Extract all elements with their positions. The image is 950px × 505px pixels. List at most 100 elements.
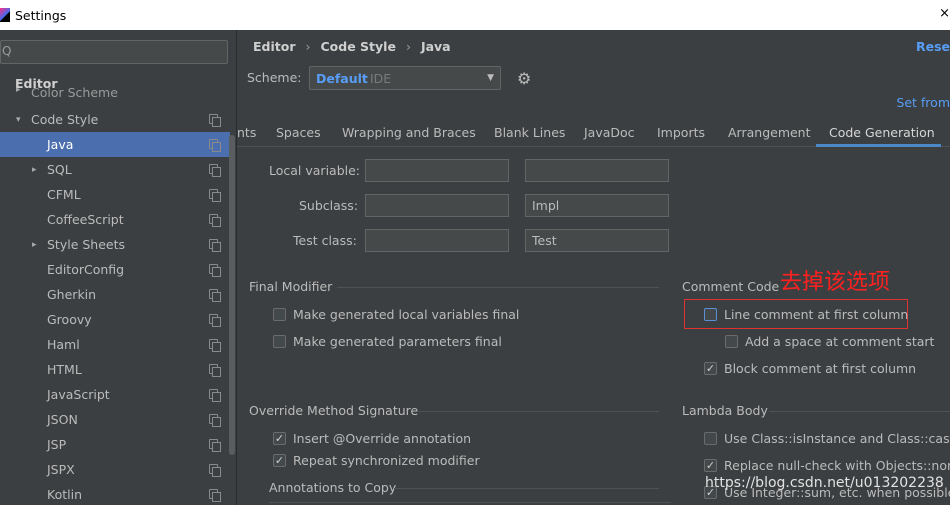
test-class-prefix-field[interactable] — [365, 229, 509, 252]
scheme-label: Scheme: — [247, 70, 302, 85]
set-from-link[interactable]: Set from — [896, 95, 950, 110]
divider — [769, 411, 950, 412]
breadcrumb-separator: › — [305, 39, 311, 54]
breadcrumb-item: Java — [420, 39, 451, 54]
chevron-right-icon: ▸ — [32, 239, 37, 250]
checkbox[interactable]: ✓ — [273, 432, 286, 445]
window-title: Settings — [15, 7, 67, 23]
copy-icon — [209, 139, 221, 152]
gear-icon[interactable]: ⚙ — [517, 69, 531, 88]
sidebar-item-label: Code Style — [31, 112, 99, 127]
sidebar-item-label: Color Scheme — [31, 85, 118, 100]
sidebar-item-kotlin[interactable]: Kotlin — [0, 482, 230, 505]
tab-wrapping-and-braces[interactable]: Wrapping and Braces — [342, 125, 476, 140]
add-space-comment-start-option[interactable]: Add a space at comment start — [725, 334, 934, 349]
divider — [394, 488, 659, 489]
lambda-body-title: Lambda Body — [682, 403, 768, 418]
search-input[interactable]: Q — [0, 40, 228, 64]
sidebar-item-coffeescript[interactable]: CoffeeScript — [0, 207, 230, 232]
sidebar-item-label: JavaScript — [47, 387, 110, 402]
checkbox[interactable] — [273, 335, 286, 348]
sidebar-item-code-style[interactable]: ▾ Code Style — [0, 107, 230, 132]
tab-spaces[interactable]: Spaces — [276, 125, 321, 140]
reset-link[interactable]: Rese — [916, 39, 950, 54]
sidebar-item-label: HTML — [47, 362, 82, 377]
checkbox[interactable]: ✓ — [273, 454, 286, 467]
option-label: Add a space at comment start — [745, 334, 935, 349]
copy-icon — [209, 164, 221, 177]
copy-icon — [209, 364, 221, 377]
chevron-down-icon: ▾ — [16, 114, 21, 125]
replace-null-check-option[interactable]: ✓ Replace null-check with Objects::nonNu — [704, 458, 950, 473]
sidebar-item-groovy[interactable]: Groovy — [0, 307, 230, 332]
sidebar-item-label: JSP — [47, 437, 67, 452]
repeat-synchronized-option[interactable]: ✓ Repeat synchronized modifier — [273, 453, 480, 468]
sidebar-item-label: Groovy — [47, 312, 92, 327]
checkbox[interactable]: ✓ — [704, 459, 717, 472]
tab-blank-lines[interactable]: Blank Lines — [494, 125, 565, 140]
sidebar-item-sql[interactable]: ▸ SQL — [0, 157, 230, 182]
make-params-final-option[interactable]: Make generated parameters final — [273, 334, 502, 349]
chevron-right-icon: ▸ — [32, 164, 37, 175]
insert-override-option[interactable]: ✓ Insert @Override annotation — [273, 431, 471, 446]
tab-arrangement[interactable]: Arrangement — [728, 125, 811, 140]
tab-imports[interactable]: Imports — [657, 125, 705, 140]
sidebar-item-haml[interactable]: Haml — [0, 332, 230, 357]
checkbox[interactable] — [273, 308, 286, 321]
sidebar-item-label: JSPX — [47, 462, 75, 477]
sidebar-item-label: Haml — [47, 337, 80, 352]
breadcrumb-item[interactable]: Editor — [253, 39, 296, 54]
tab-javadoc[interactable]: JavaDoc — [584, 125, 635, 140]
sidebar-scrollbar[interactable] — [229, 135, 235, 455]
sidebar-item-javascript[interactable]: JavaScript — [0, 382, 230, 407]
sidebar-item-label: Kotlin — [47, 487, 82, 502]
scheme-dropdown[interactable]: Default IDE ▼ — [309, 66, 501, 90]
line-comment-first-column-option[interactable]: Line comment at first column — [704, 307, 908, 322]
use-class-isinstance-option[interactable]: Use Class::isInstance and Class::cast wh — [704, 431, 950, 446]
tab-partial[interactable]: nts — [237, 125, 256, 140]
sidebar-item-cfml[interactable]: CFML — [0, 182, 230, 207]
option-label: Repeat synchronized modifier — [293, 453, 480, 468]
sidebar-item-json[interactable]: JSON — [0, 407, 230, 432]
local-variable-label: Local variable: — [269, 163, 361, 178]
chevron-right-icon: ▸ — [16, 85, 21, 95]
sidebar-item-html[interactable]: HTML — [0, 357, 230, 382]
make-local-final-option[interactable]: Make generated local variables final — [273, 307, 519, 322]
local-variable-prefix-field[interactable] — [365, 159, 509, 182]
sidebar-item-java[interactable]: Java — [0, 132, 230, 157]
breadcrumb-item[interactable]: Code Style — [321, 39, 396, 54]
divider — [417, 411, 659, 412]
sidebar-item-style-sheets[interactable]: ▸ Style Sheets — [0, 232, 230, 257]
sidebar-item-color-scheme[interactable]: ▸ Color Scheme — [0, 83, 230, 100]
sidebar-item-label: JSON — [47, 412, 78, 427]
checkbox[interactable] — [704, 308, 717, 321]
active-tab-indicator — [816, 144, 941, 147]
copy-icon — [209, 464, 221, 477]
divider — [269, 502, 671, 503]
option-label: Use Class::isInstance and Class::cast wh — [724, 431, 950, 446]
copy-icon — [209, 264, 221, 277]
sidebar-item-jspx[interactable]: JSPX — [0, 457, 230, 482]
breadcrumb: Editor › Code Style › Java — [253, 39, 451, 54]
sidebar-item-editorconfig[interactable]: EditorConfig — [0, 257, 230, 282]
tab-code-generation[interactable]: Code Generation — [829, 125, 935, 140]
sidebar-item-gherkin[interactable]: Gherkin — [0, 282, 230, 307]
test-class-suffix-field[interactable]: Test — [525, 229, 669, 252]
copy-icon — [209, 314, 221, 327]
settings-content: Editor › Code Style › Java Rese Scheme: … — [237, 30, 950, 505]
local-variable-suffix-field[interactable] — [525, 159, 669, 182]
option-label: Block comment at first column — [724, 361, 917, 376]
block-comment-first-column-option[interactable]: ✓ Block comment at first column — [704, 361, 916, 376]
title-bar: Settings × — [0, 0, 950, 30]
sidebar-item-label: CoffeeScript — [47, 212, 124, 227]
copy-icon — [209, 489, 221, 502]
checkbox[interactable]: ✓ — [704, 362, 717, 375]
checkbox[interactable] — [704, 432, 717, 445]
checkbox[interactable] — [725, 335, 738, 348]
sidebar-item-jsp[interactable]: JSP — [0, 432, 230, 457]
subclass-prefix-field[interactable] — [365, 194, 509, 217]
close-icon[interactable]: × — [939, 6, 950, 21]
test-class-label: Test class: — [293, 233, 357, 248]
subclass-suffix-field[interactable]: Impl — [525, 194, 669, 217]
sidebar-item-label: SQL — [47, 162, 72, 177]
